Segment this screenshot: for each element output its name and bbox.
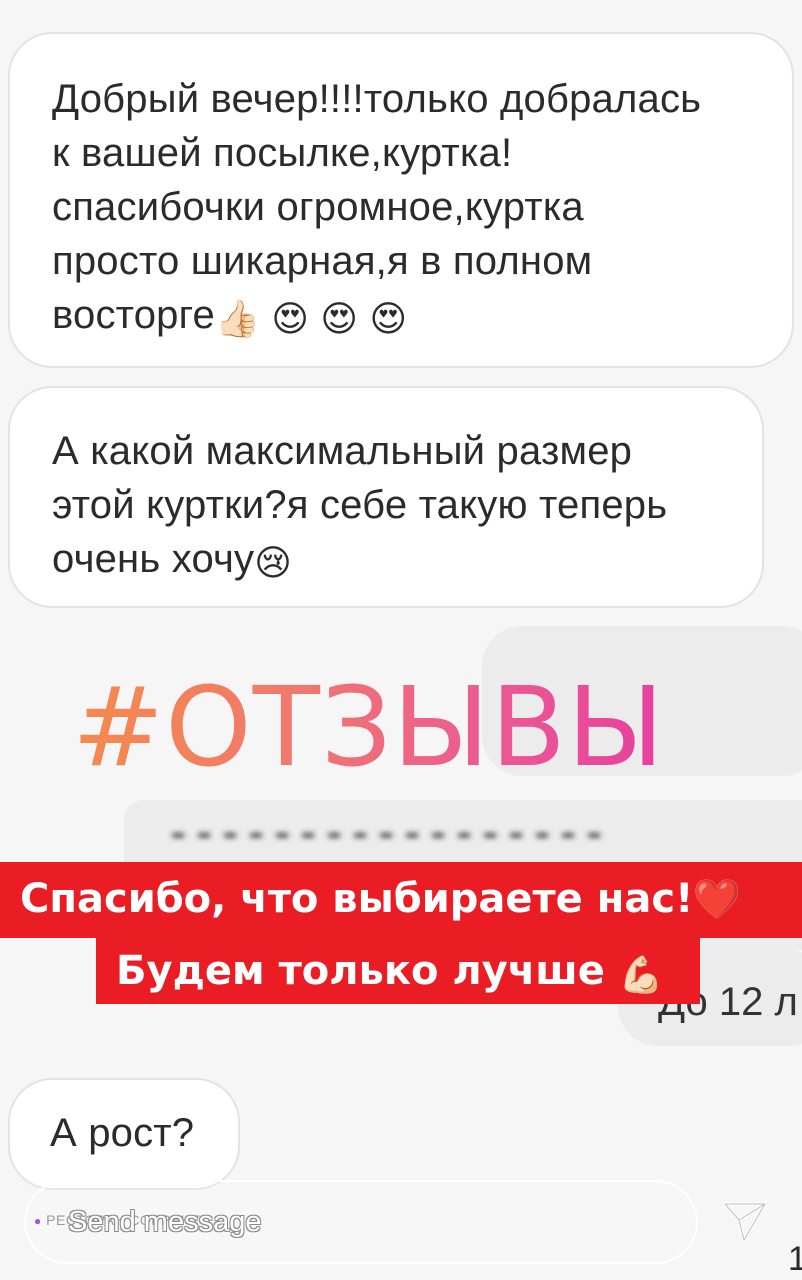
message-line: восторге👍🏻 😍 😍 😍 — [52, 288, 752, 342]
send-message-placeholder: Send message — [68, 1206, 262, 1238]
message-text: А рост? — [50, 1111, 195, 1155]
heart-eyes-emoji: 😍 — [271, 298, 310, 339]
banner-text: Будем только лучше — [116, 948, 605, 994]
heart-eyes-emoji: 😍 — [369, 298, 408, 339]
message-text: восторге — [52, 293, 215, 337]
hashtag-sticker: #ОТЗЫВЫ — [72, 663, 666, 791]
red-heart-icon: ❤️ — [693, 877, 741, 921]
message-line: просто шикарная,я в полном — [52, 239, 593, 283]
message-line: А какой максимальный размер — [52, 429, 633, 473]
thumbs-up-emoji: 👍🏻 — [214, 298, 260, 339]
message-text: очень хочу — [52, 537, 255, 581]
partial-digit: 1 — [788, 1240, 802, 1278]
message-line: этой куртки?я себе такую теперь — [52, 483, 668, 527]
message-line: спасибочки огромное,куртка — [52, 185, 584, 229]
obscured-message-text: ⁃⁃⁃⁃⁃⁃⁃⁃⁃⁃⁃⁃⁃⁃⁃⁃⁃ — [168, 815, 610, 859]
incoming-message-bubble[interactable]: А какой максимальный размер этой куртки?… — [8, 386, 764, 608]
message-line: Добрый вечер!!!!только добралась — [52, 77, 702, 121]
location-pin-icon: ● — [34, 1214, 42, 1228]
heart-eyes-emoji: 😍 — [320, 298, 359, 339]
flexed-biceps-icon: 💪🏻 — [618, 955, 664, 996]
thanks-banner: Спасибо, что выбираете нас!❤️ — [0, 862, 802, 938]
banner-text: Спасибо, что выбираете нас! — [20, 876, 694, 922]
message-line: к вашей посылке,куртка! — [52, 131, 513, 175]
incoming-message-bubble[interactable]: Добрый вечер!!!!только добралась к вашей… — [8, 32, 794, 368]
incoming-message-bubble[interactable]: А рост? — [8, 1078, 240, 1190]
crying-face-emoji: 😢 — [254, 542, 292, 583]
message-line: очень хочу😢 — [52, 532, 722, 586]
paper-plane-icon[interactable] — [722, 1198, 768, 1244]
promise-banner: Будем только лучше 💪🏻 — [96, 938, 700, 1004]
